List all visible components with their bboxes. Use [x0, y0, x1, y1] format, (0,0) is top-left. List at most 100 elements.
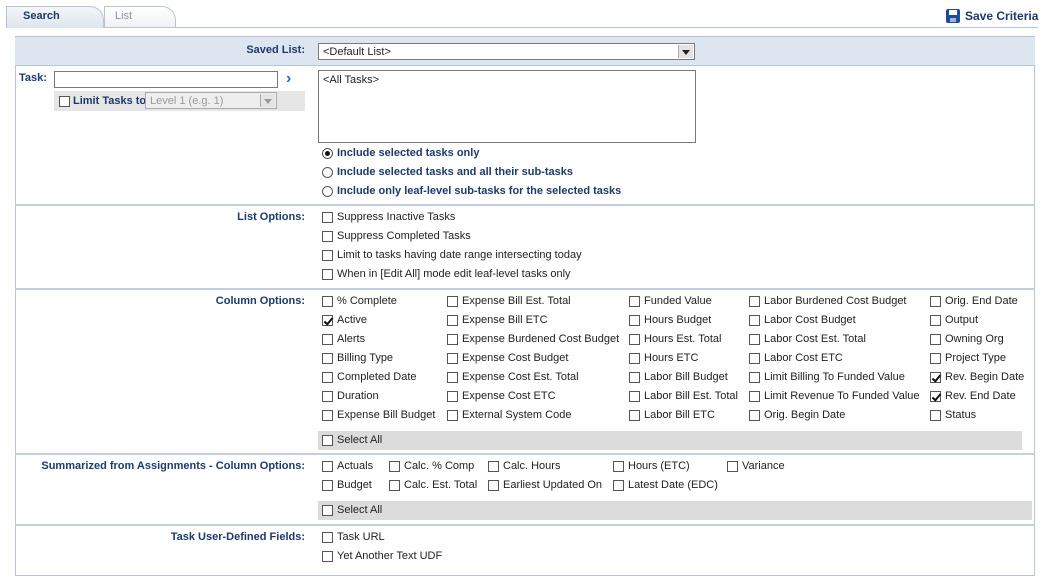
- task-scope-radio[interactable]: [322, 186, 333, 197]
- column-option-checkbox[interactable]: [749, 353, 760, 364]
- column-option-checkbox[interactable]: [447, 410, 458, 421]
- list-option-label: When in [Edit All] mode edit leaf-level …: [337, 268, 571, 280]
- summarized-option-label: Budget: [337, 479, 372, 491]
- summarized-option-checkbox[interactable]: [322, 461, 333, 472]
- column-option-checkbox[interactable]: [447, 391, 458, 402]
- task-listbox[interactable]: <All Tasks>: [318, 70, 696, 143]
- column-option-label: Orig. End Date: [945, 295, 1018, 307]
- column-option-checkbox[interactable]: [322, 353, 333, 364]
- column-option-checkbox[interactable]: [930, 315, 941, 326]
- tab-bar: Search List: [0, 0, 1042, 28]
- task-level-select[interactable]: Level 1 (e.g. 1): [145, 92, 277, 109]
- udf-label: Task User-Defined Fields:: [170, 531, 305, 543]
- summarized-option-checkbox[interactable]: [727, 461, 738, 472]
- tab-search[interactable]: Search: [6, 6, 104, 28]
- column-option-checkbox[interactable]: [930, 334, 941, 345]
- summarized-options-label: Summarized from Assignments - Column Opt…: [41, 460, 305, 472]
- column-option-label: Owning Org: [945, 333, 1004, 345]
- save-criteria-button[interactable]: Save Criteria: [946, 9, 1038, 23]
- column-option-checkbox[interactable]: [749, 334, 760, 345]
- column-option-checkbox[interactable]: [930, 296, 941, 307]
- column-option-label: Hours ETC: [644, 352, 699, 364]
- task-search-input[interactable]: [54, 71, 278, 88]
- column-option-label: External System Code: [462, 409, 572, 421]
- column-option-checkbox[interactable]: [322, 315, 333, 326]
- column-option-checkbox[interactable]: [447, 296, 458, 307]
- limit-tasks-label: Limit Tasks to: [73, 95, 147, 107]
- column-option-checkbox[interactable]: [749, 296, 760, 307]
- column-option-checkbox[interactable]: [322, 334, 333, 345]
- saved-list-value: <Default List>: [323, 46, 391, 58]
- summarized-option-checkbox[interactable]: [322, 480, 333, 491]
- udf-option-checkbox[interactable]: [322, 532, 333, 543]
- column-option-checkbox[interactable]: [749, 372, 760, 383]
- summarized-option-checkbox[interactable]: [488, 480, 499, 491]
- column-option-checkbox[interactable]: [930, 353, 941, 364]
- column-option-label: Labor Cost Est. Total: [764, 333, 866, 345]
- column-option-checkbox[interactable]: [629, 372, 640, 383]
- add-task-arrow-icon[interactable]: ›: [286, 71, 291, 87]
- column-option-label: Active: [337, 314, 367, 326]
- select-all-checkbox[interactable]: [322, 435, 333, 446]
- column-option-label: Limit Billing To Funded Value: [764, 371, 905, 383]
- column-option-checkbox[interactable]: [447, 334, 458, 345]
- summarized-option-checkbox[interactable]: [613, 461, 624, 472]
- column-option-checkbox[interactable]: [447, 315, 458, 326]
- column-option-checkbox[interactable]: [322, 296, 333, 307]
- select-all-label: Select All: [337, 434, 383, 446]
- column-option-label: Project Type: [945, 352, 1006, 364]
- summarized-option-checkbox[interactable]: [613, 480, 624, 491]
- column-option-checkbox[interactable]: [749, 315, 760, 326]
- column-option-label: Completed Date: [337, 371, 417, 383]
- column-option-label: Labor Bill ETC: [644, 409, 715, 421]
- saved-list-select[interactable]: <Default List>: [318, 43, 695, 60]
- column-option-label: Expense Cost Est. Total: [462, 371, 579, 383]
- column-option-checkbox[interactable]: [629, 315, 640, 326]
- udf-option-checkbox[interactable]: [322, 551, 333, 562]
- column-option-checkbox[interactable]: [322, 372, 333, 383]
- column-option-checkbox[interactable]: [749, 410, 760, 421]
- column-options-label: Column Options:: [215, 295, 305, 307]
- column-option-checkbox[interactable]: [447, 372, 458, 383]
- column-option-label: Status: [945, 409, 977, 421]
- list-option-checkbox[interactable]: [322, 231, 333, 242]
- column-option-label: Billing Type: [337, 352, 394, 364]
- list-option-checkbox[interactable]: [322, 212, 333, 223]
- save-disk-icon: [946, 9, 960, 23]
- summarized-option-checkbox[interactable]: [389, 480, 400, 491]
- summarized-select-all-checkbox[interactable]: [322, 505, 333, 516]
- column-option-label: % Complete: [337, 295, 397, 307]
- column-option-checkbox[interactable]: [629, 296, 640, 307]
- task-scope-radio[interactable]: [322, 148, 333, 159]
- column-option-checkbox[interactable]: [930, 391, 941, 402]
- column-option-checkbox[interactable]: [629, 410, 640, 421]
- task-scope-radio[interactable]: [322, 167, 333, 178]
- column-option-label: Alerts: [337, 333, 366, 345]
- summarized-option-checkbox[interactable]: [488, 461, 499, 472]
- column-option-checkbox[interactable]: [749, 391, 760, 402]
- column-option-checkbox[interactable]: [629, 353, 640, 364]
- column-option-checkbox[interactable]: [930, 410, 941, 421]
- column-option-checkbox[interactable]: [629, 334, 640, 345]
- column-option-checkbox[interactable]: [447, 353, 458, 364]
- summarized-option-checkbox[interactable]: [389, 461, 400, 472]
- summarized-option-label: Variance: [742, 460, 785, 472]
- column-option-checkbox[interactable]: [629, 391, 640, 402]
- column-option-checkbox[interactable]: [322, 391, 333, 402]
- list-option-checkbox[interactable]: [322, 250, 333, 261]
- task-label: Task:: [19, 72, 47, 84]
- limit-tasks-checkbox[interactable]: [59, 96, 70, 107]
- column-option-checkbox[interactable]: [322, 410, 333, 421]
- section-divider: [15, 204, 1035, 206]
- list-option-checkbox[interactable]: [322, 269, 333, 280]
- tab-list[interactable]: List: [104, 6, 176, 28]
- udf-option-label: Yet Another Text UDF: [337, 550, 443, 562]
- column-option-label: Labor Burdened Cost Budget: [764, 295, 907, 307]
- column-option-checkbox[interactable]: [930, 372, 941, 383]
- list-option-label: Suppress Inactive Tasks: [337, 211, 456, 223]
- save-criteria-label: Save Criteria: [965, 9, 1039, 23]
- column-option-label: Expense Cost ETC: [462, 390, 556, 402]
- list-options-label: List Options:: [237, 211, 305, 223]
- select-all-bar: [318, 501, 1032, 520]
- task-list-item[interactable]: <All Tasks>: [323, 74, 379, 86]
